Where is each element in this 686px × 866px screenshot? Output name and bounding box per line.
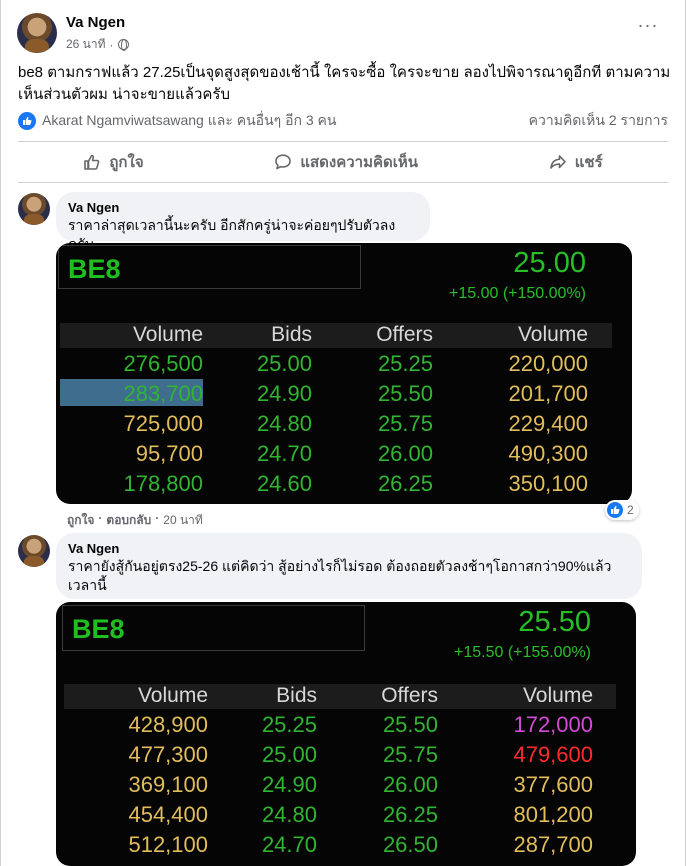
comment-avatar[interactable]	[18, 535, 50, 567]
header-volume-bid: Volume	[137, 684, 208, 707]
author-avatar[interactable]	[17, 13, 57, 53]
bid-volume: 95,700	[135, 441, 203, 466]
header-bids: Bids	[271, 323, 312, 346]
reactions-summary[interactable]: Akarat Ngamviwatsawang และ คนอื่นๆ อีก 3…	[42, 110, 336, 132]
comment-author[interactable]: Va Ngen	[68, 200, 418, 216]
bid-price: 24.90	[256, 381, 312, 406]
bid-price: 24.90	[261, 772, 317, 797]
offer-volume: 220,000	[508, 351, 588, 376]
header-volume-offer: Volume	[522, 684, 593, 707]
offer-price: 25.75	[382, 742, 438, 767]
stock-symbol: BE8	[72, 614, 125, 644]
offer-price: 26.50	[382, 832, 438, 857]
globe-icon	[117, 39, 129, 51]
offer-price: 26.25	[382, 802, 438, 827]
offer-price: 25.25	[377, 351, 433, 376]
post-meta: 26 นาที ·	[66, 35, 129, 54]
bid-price: 25.25	[261, 712, 317, 737]
bid-volume: 454,400	[128, 802, 208, 827]
stock-price: 25.00	[513, 247, 586, 279]
bid-price: 25.00	[261, 742, 317, 767]
offer-volume: 377,600	[513, 772, 593, 797]
bid-price: 24.70	[256, 441, 312, 466]
bid-price: 24.60	[256, 471, 312, 496]
offer-volume: 350,100	[508, 471, 588, 496]
bid-volume: 369,100	[128, 772, 208, 797]
share-label: แชร์	[574, 154, 603, 171]
post-time[interactable]: 26 นาที	[66, 35, 106, 54]
like-button[interactable]: ถูกใจ	[65, 146, 161, 178]
offer-price: 26.25	[377, 471, 433, 496]
stock-quote-image[interactable]: BE8 25.00 +15.00 (+150.00%) Volume Bids …	[56, 243, 632, 504]
facebook-post: Va Ngen 26 นาที · ··· be8 ตามกราฟแล้ว 27…	[0, 0, 686, 866]
comment-reply-link[interactable]: ตอบกลับ	[106, 511, 151, 530]
bid-price: 24.80	[256, 411, 312, 436]
stock-quote-image[interactable]: BE8 25.50 +15.50 (+155.00%) Volume Bids …	[56, 602, 636, 866]
offer-volume: 490,300	[508, 441, 588, 466]
divider	[18, 141, 668, 142]
comment-bubble: Va Ngen ราคาล่าสุดเวลานี้นะครับ อีกสักคร…	[56, 192, 430, 252]
like-reaction-icon	[607, 502, 623, 518]
stock-symbol: BE8	[68, 254, 121, 284]
offer-price: 25.50	[377, 381, 433, 406]
comment-text: ราคายังสู้กันอยู่ตรง25-26 แต่คิดว่า สู้อ…	[68, 558, 612, 593]
comment-actions: ถูกใจ · ตอบกลับ · 20 นาที	[67, 511, 203, 530]
comment-label: แสดงความคิดเห็น	[300, 154, 419, 171]
offer-volume: 201,700	[508, 381, 588, 406]
post-actions: ถูกใจ แสดงความคิดเห็น แชร์	[18, 146, 668, 178]
author-name[interactable]: Va Ngen	[66, 14, 125, 31]
comment-count[interactable]: ความคิดเห็น 2 รายการ	[529, 110, 668, 132]
header-volume-offer: Volume	[517, 323, 588, 346]
like-reaction-icon	[18, 112, 36, 130]
reactions-row: Akarat Ngamviwatsawang และ คนอื่นๆ อีก 3…	[18, 108, 668, 134]
more-options-button[interactable]: ···	[633, 16, 663, 40]
offer-price: 26.00	[382, 772, 438, 797]
reaction-count: 2	[627, 503, 634, 517]
comment-avatar[interactable]	[18, 193, 50, 225]
comment-like-link[interactable]: ถูกใจ	[67, 511, 94, 530]
offer-volume: 287,700	[513, 832, 593, 857]
stock-change: +15.00 (+150.00%)	[449, 285, 586, 302]
comment-icon	[275, 154, 292, 170]
thumbs-up-icon	[84, 154, 100, 170]
comment-time[interactable]: 20 นาที	[163, 511, 203, 530]
offer-volume: 172,000	[513, 712, 593, 737]
comment-button[interactable]: แสดงความคิดเห็น	[256, 146, 436, 178]
offer-volume: 801,200	[513, 802, 593, 827]
bid-volume: 725,000	[123, 411, 203, 436]
post-text: be8 ตามกราฟแล้ว 27.25เป็นจุดสูงสุดของเช้…	[18, 64, 671, 103]
bid-volume: 477,300	[128, 742, 208, 767]
offer-price: 25.50	[382, 712, 438, 737]
stock-price: 25.50	[518, 606, 591, 638]
comment-author[interactable]: Va Ngen	[68, 541, 630, 557]
offer-volume: 479,600	[513, 742, 593, 767]
bid-price: 24.80	[261, 802, 317, 827]
header-offers: Offers	[376, 323, 433, 346]
offer-price: 25.75	[377, 411, 433, 436]
bid-volume: 276,500	[123, 351, 203, 376]
divider	[18, 182, 668, 183]
bid-price: 24.70	[261, 832, 317, 857]
like-label: ถูกใจ	[109, 154, 144, 171]
bid-volume: 178,800	[123, 471, 203, 496]
bid-volume: 283,700	[123, 381, 203, 406]
share-button[interactable]: แชร์	[531, 146, 621, 178]
header-offers: Offers	[381, 684, 438, 707]
share-icon	[549, 155, 566, 169]
header-volume-bid: Volume	[132, 323, 203, 346]
comment-reaction-pill[interactable]: 2	[605, 500, 639, 520]
stock-change: +15.50 (+155.00%)	[454, 644, 591, 661]
offer-volume: 229,400	[508, 411, 588, 436]
bid-price: 25.00	[256, 351, 312, 376]
bid-volume: 428,900	[128, 712, 208, 737]
offer-price: 26.00	[377, 441, 433, 466]
header-bids: Bids	[276, 684, 317, 707]
bid-volume: 512,100	[128, 832, 208, 857]
comment-bubble: Va Ngen ราคายังสู้กันอยู่ตรง25-26 แต่คิด…	[56, 533, 642, 599]
